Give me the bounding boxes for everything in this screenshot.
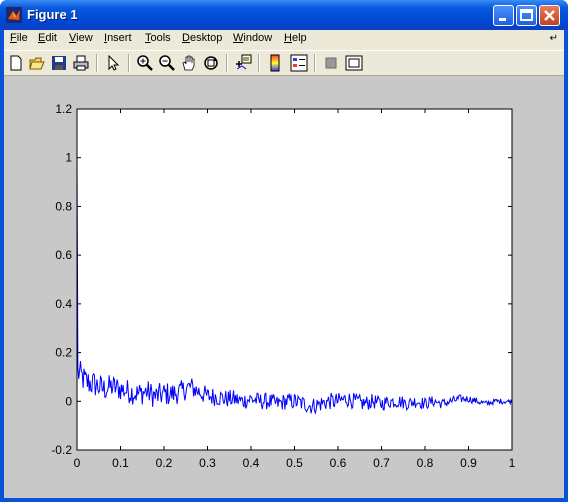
y-tick-label: 0.2	[55, 346, 72, 360]
x-tick-label: 0.8	[417, 456, 434, 470]
y-tick-label: 0.6	[55, 248, 72, 262]
menu-view[interactable]: View	[69, 32, 93, 44]
menu-help[interactable]: Help	[284, 32, 307, 44]
figure-canvas: 0 0.1 0.2 0.3 0.4 0.5 0.6 0.7 0.8 0.9 1 -0.2 0 0.2 0.4…	[4, 76, 564, 498]
x-tick-label: 0.6	[330, 456, 347, 470]
legend-icon[interactable]	[290, 54, 308, 72]
y-tick-label: 1	[65, 151, 72, 165]
minimize-button[interactable]	[493, 5, 514, 26]
new-figure-icon[interactable]	[7, 54, 25, 72]
toolbar-separator	[96, 54, 98, 72]
x-tick-label: 0.5	[286, 456, 303, 470]
window-title: Figure 1	[27, 7, 78, 22]
colorbar-icon[interactable]	[266, 54, 284, 72]
y-tick-label: 0	[65, 394, 72, 408]
x-tick-label: 1	[509, 456, 516, 470]
menu-desktop[interactable]: Desktop	[182, 32, 222, 44]
x-tick-label: 0.7	[373, 456, 390, 470]
dock-figure-icon[interactable]: ↵	[550, 33, 558, 44]
toolbar-separator	[314, 54, 316, 72]
menu-tools[interactable]: Tools	[145, 32, 171, 44]
matlab-logo-icon	[6, 7, 22, 23]
menu-file[interactable]: File	[10, 32, 28, 44]
zoom-in-icon[interactable]	[136, 54, 154, 72]
y-tick-label: 0.8	[55, 199, 72, 213]
y-tick-label: -0.2	[51, 443, 72, 457]
zoom-out-icon[interactable]	[158, 54, 176, 72]
x-tick-label: 0.3	[199, 456, 216, 470]
y-tick-label: 1.2	[55, 102, 72, 116]
pan-hand-icon[interactable]	[180, 54, 198, 72]
toolbar-separator	[128, 54, 130, 72]
minimize-icon	[499, 18, 506, 21]
title-bar[interactable]: Figure 1	[0, 0, 568, 30]
x-tick-label: 0.4	[243, 456, 260, 470]
data-cursor-icon[interactable]	[234, 54, 252, 72]
close-button[interactable]	[539, 5, 560, 26]
open-file-icon[interactable]	[28, 54, 46, 72]
x-tick-label: 0.1	[112, 456, 129, 470]
maximize-button[interactable]	[516, 5, 537, 26]
rotate-3d-icon[interactable]	[202, 54, 220, 72]
save-icon[interactable]	[50, 54, 68, 72]
plot-svg: 0 0.1 0.2 0.3 0.4 0.5 0.6 0.7 0.8 0.9 1-0.200.20.4…	[51, 102, 516, 470]
figure-window: Figure 1 File Edit View Insert Tools Des…	[0, 0, 568, 502]
show-plot-tools-icon[interactable]	[345, 54, 363, 72]
x-tick-label: 0	[74, 456, 81, 470]
y-tick-label: 0.4	[55, 297, 72, 311]
window-client-area: File Edit View Insert Tools Desktop Wind…	[4, 30, 564, 498]
menu-window[interactable]: Window	[233, 32, 272, 44]
toolbar-separator	[258, 54, 260, 72]
x-tick-label: 0.2	[156, 456, 173, 470]
edit-plot-arrow-icon[interactable]	[104, 54, 122, 72]
hide-plot-tools-icon[interactable]	[322, 54, 340, 72]
print-icon[interactable]	[72, 54, 90, 72]
menu-insert[interactable]: Insert	[104, 32, 132, 44]
close-icon	[544, 10, 555, 21]
maximize-icon	[520, 9, 533, 21]
menu-edit[interactable]: Edit	[38, 32, 57, 44]
x-tick-label: 0.9	[460, 456, 477, 470]
figure-toolbar	[4, 50, 564, 76]
menu-bar: File Edit View Insert Tools Desktop Wind…	[4, 30, 564, 49]
toolbar-separator	[226, 54, 228, 72]
